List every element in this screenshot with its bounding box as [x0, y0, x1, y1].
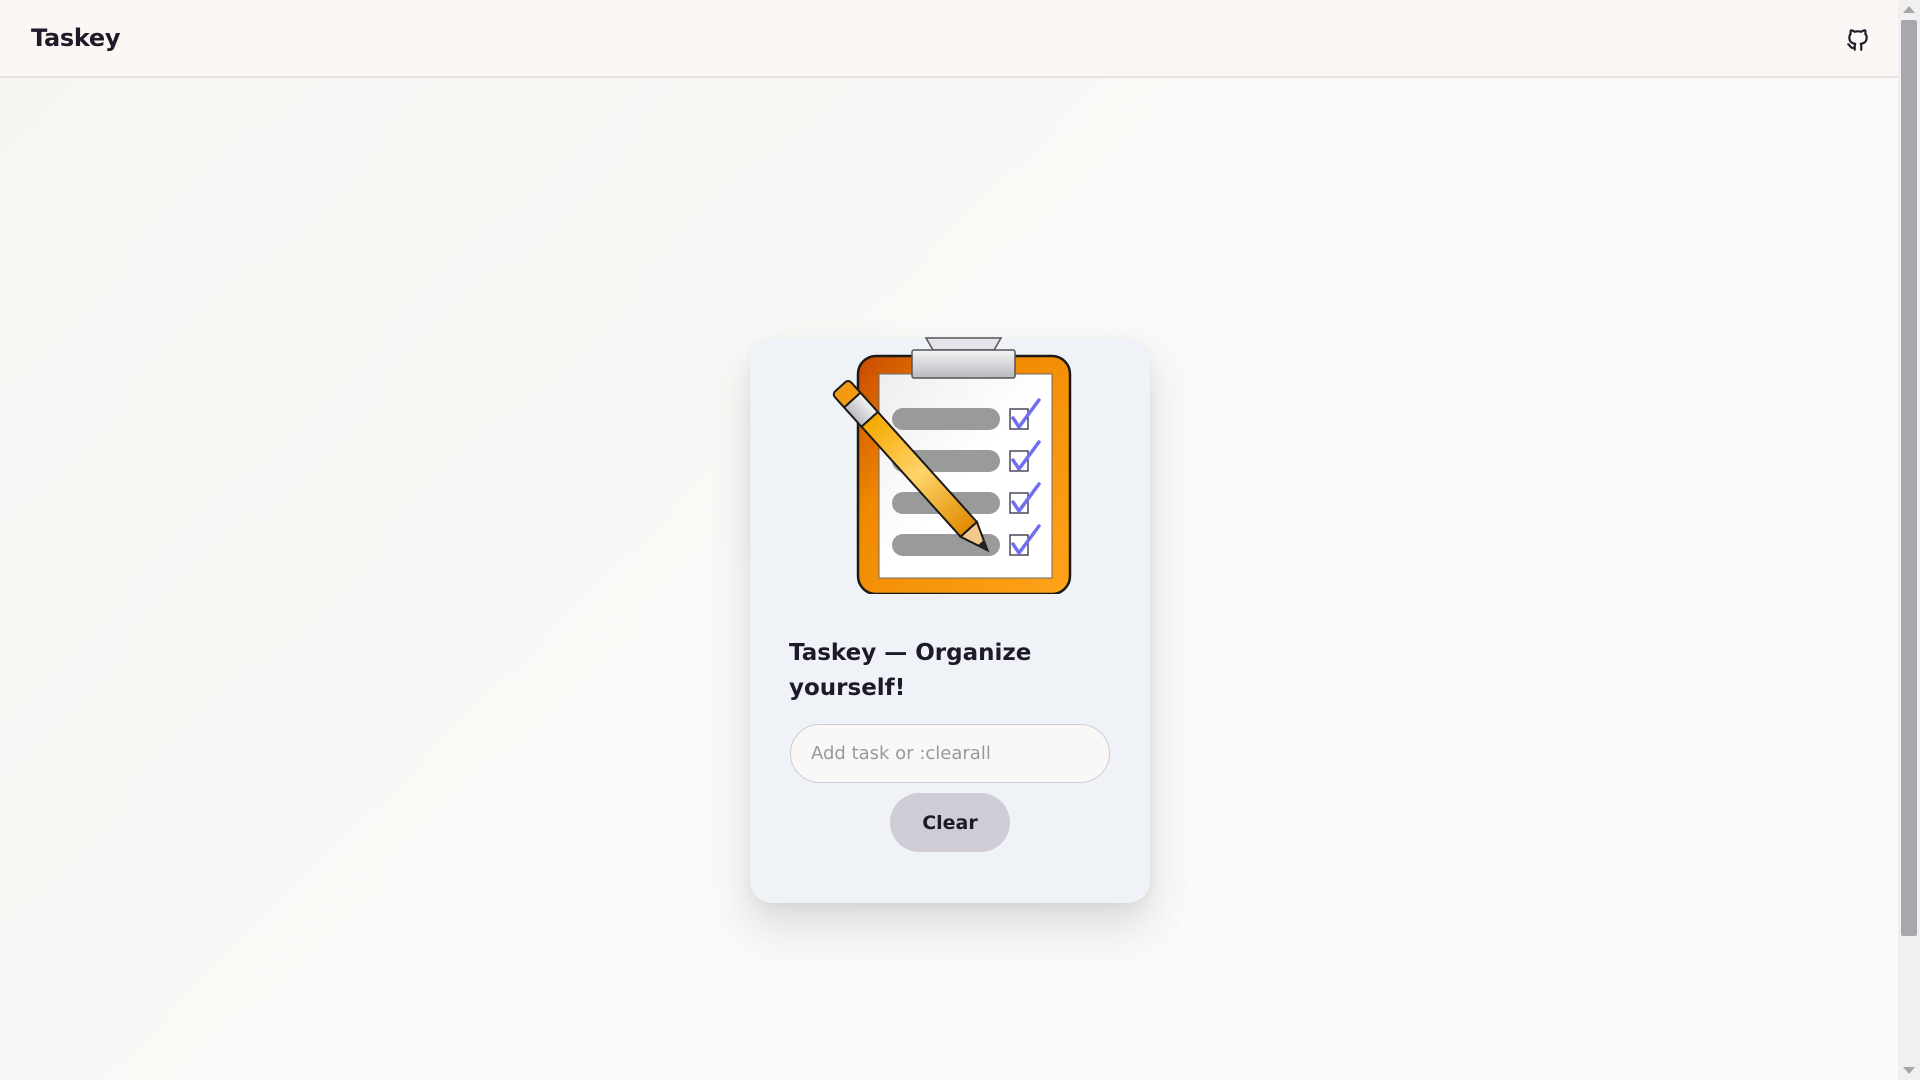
task-card: Taskey — Organize yourself! Clear	[750, 337, 1150, 903]
scroll-down-arrow-icon[interactable]	[1903, 1067, 1915, 1074]
clipboard-checklist-pencil-illustration	[826, 334, 1078, 596]
card-title: Taskey — Organize yourself!	[789, 640, 1032, 701]
add-task-input[interactable]	[790, 724, 1110, 783]
brand-title[interactable]: Taskey	[31, 24, 121, 52]
scroll-up-arrow-icon[interactable]	[1903, 6, 1915, 13]
github-icon[interactable]	[1845, 27, 1871, 53]
top-navbar: Taskey	[0, 0, 1898, 78]
page-viewport: Taskey Taskey — Organize yourself! Add t…	[0, 0, 1898, 1080]
clear-button[interactable]: Clear	[890, 793, 1010, 852]
vertical-scrollbar[interactable]	[1898, 0, 1920, 1080]
scrollbar-thumb[interactable]	[1901, 20, 1917, 936]
